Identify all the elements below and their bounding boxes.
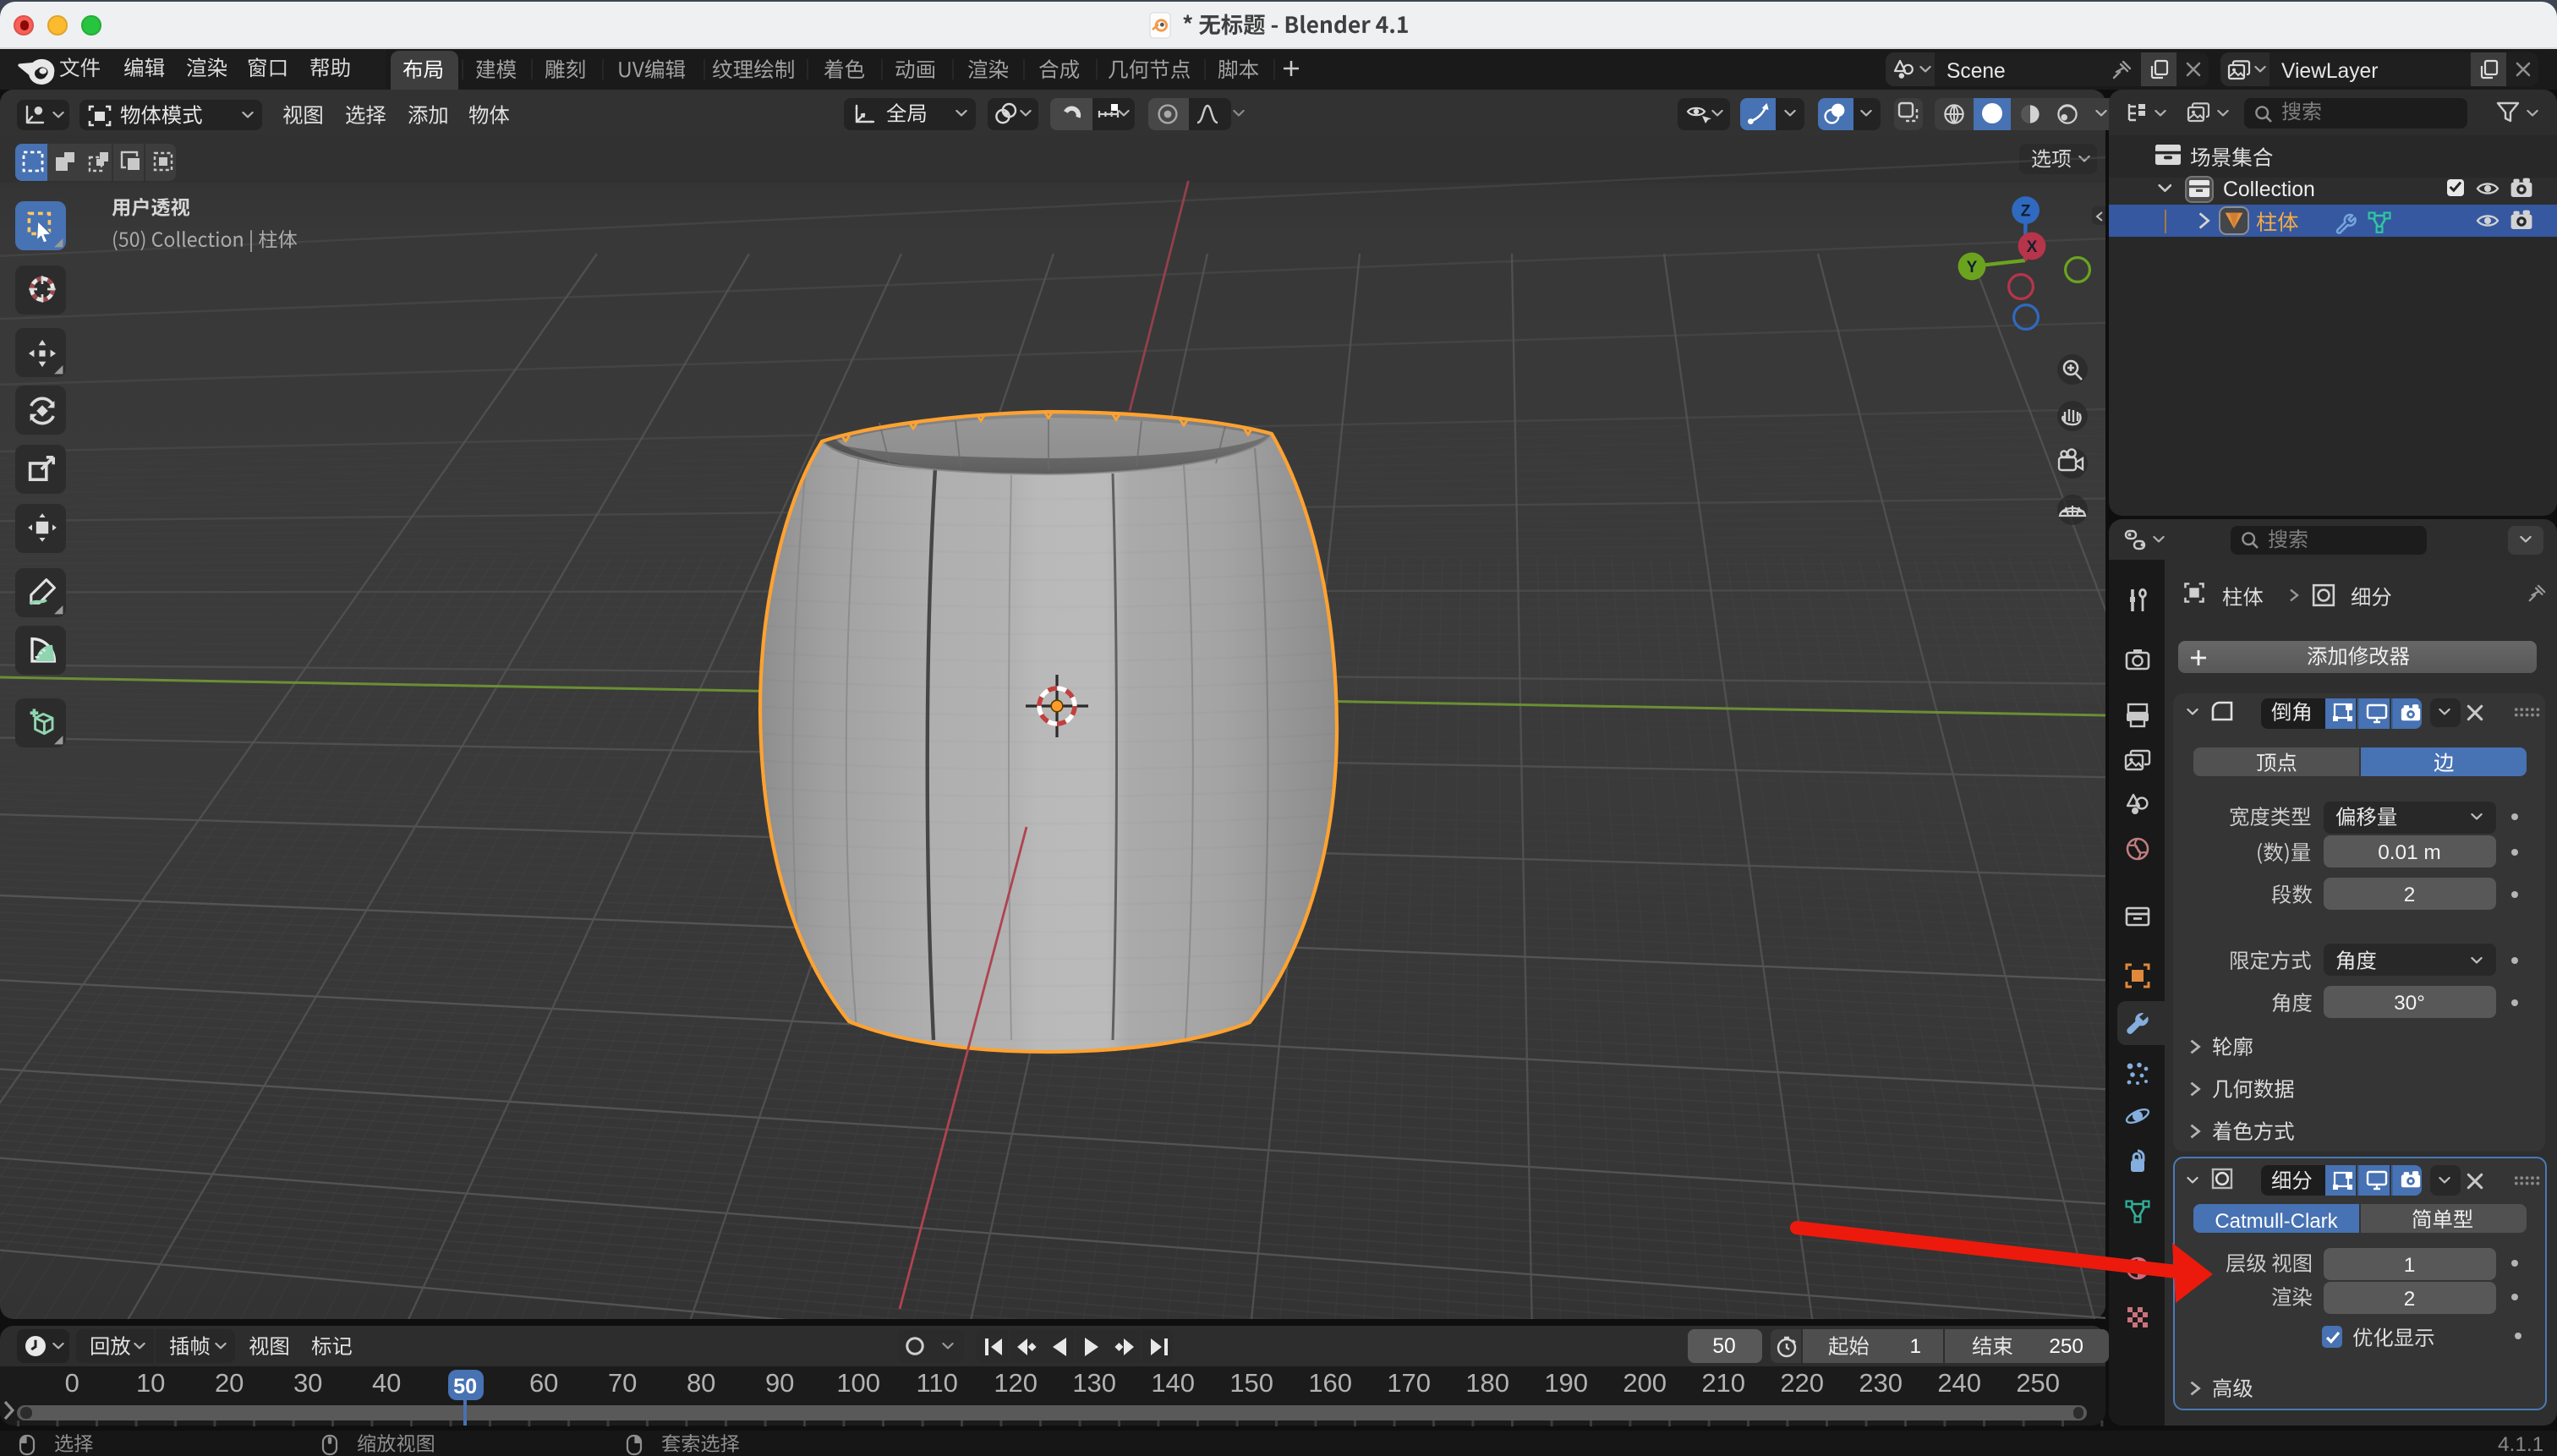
- svg-text:X: X: [2027, 238, 2038, 256]
- svg-text:Z: Z: [2021, 202, 2031, 220]
- svg-text:Y: Y: [1967, 259, 1978, 276]
